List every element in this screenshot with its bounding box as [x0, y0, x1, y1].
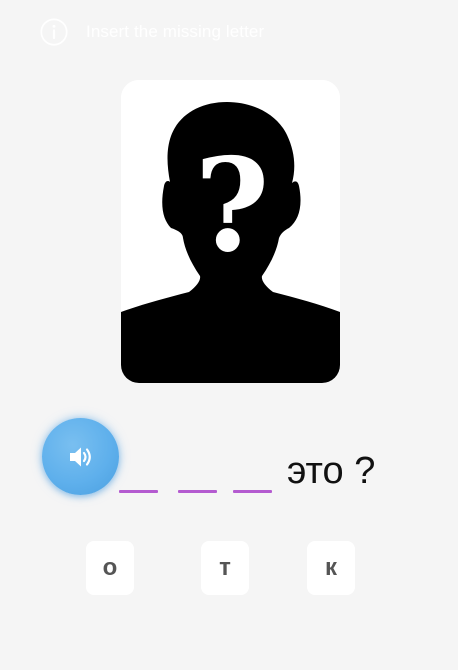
letter-blank-2 — [178, 490, 217, 493]
letter-blank-1 — [119, 490, 158, 493]
letter-option-o[interactable]: о — [86, 541, 134, 595]
speaker-icon — [67, 443, 95, 471]
picture-card: ? — [121, 80, 340, 383]
instruction-text: Insert the missing letter — [86, 22, 265, 41]
letter-option-t[interactable]: т — [201, 541, 249, 595]
sentence-tail: это ? — [287, 450, 376, 492]
unknown-person-silhouette: ? — [121, 80, 340, 383]
question-mark: ? — [195, 131, 270, 281]
info-icon[interactable] — [40, 18, 68, 46]
letter-blank-3 — [233, 490, 272, 493]
play-audio-button[interactable] — [42, 418, 119, 495]
instruction-row: Insert the missing letter — [40, 17, 264, 47]
letter-option-k[interactable]: к — [307, 541, 355, 595]
